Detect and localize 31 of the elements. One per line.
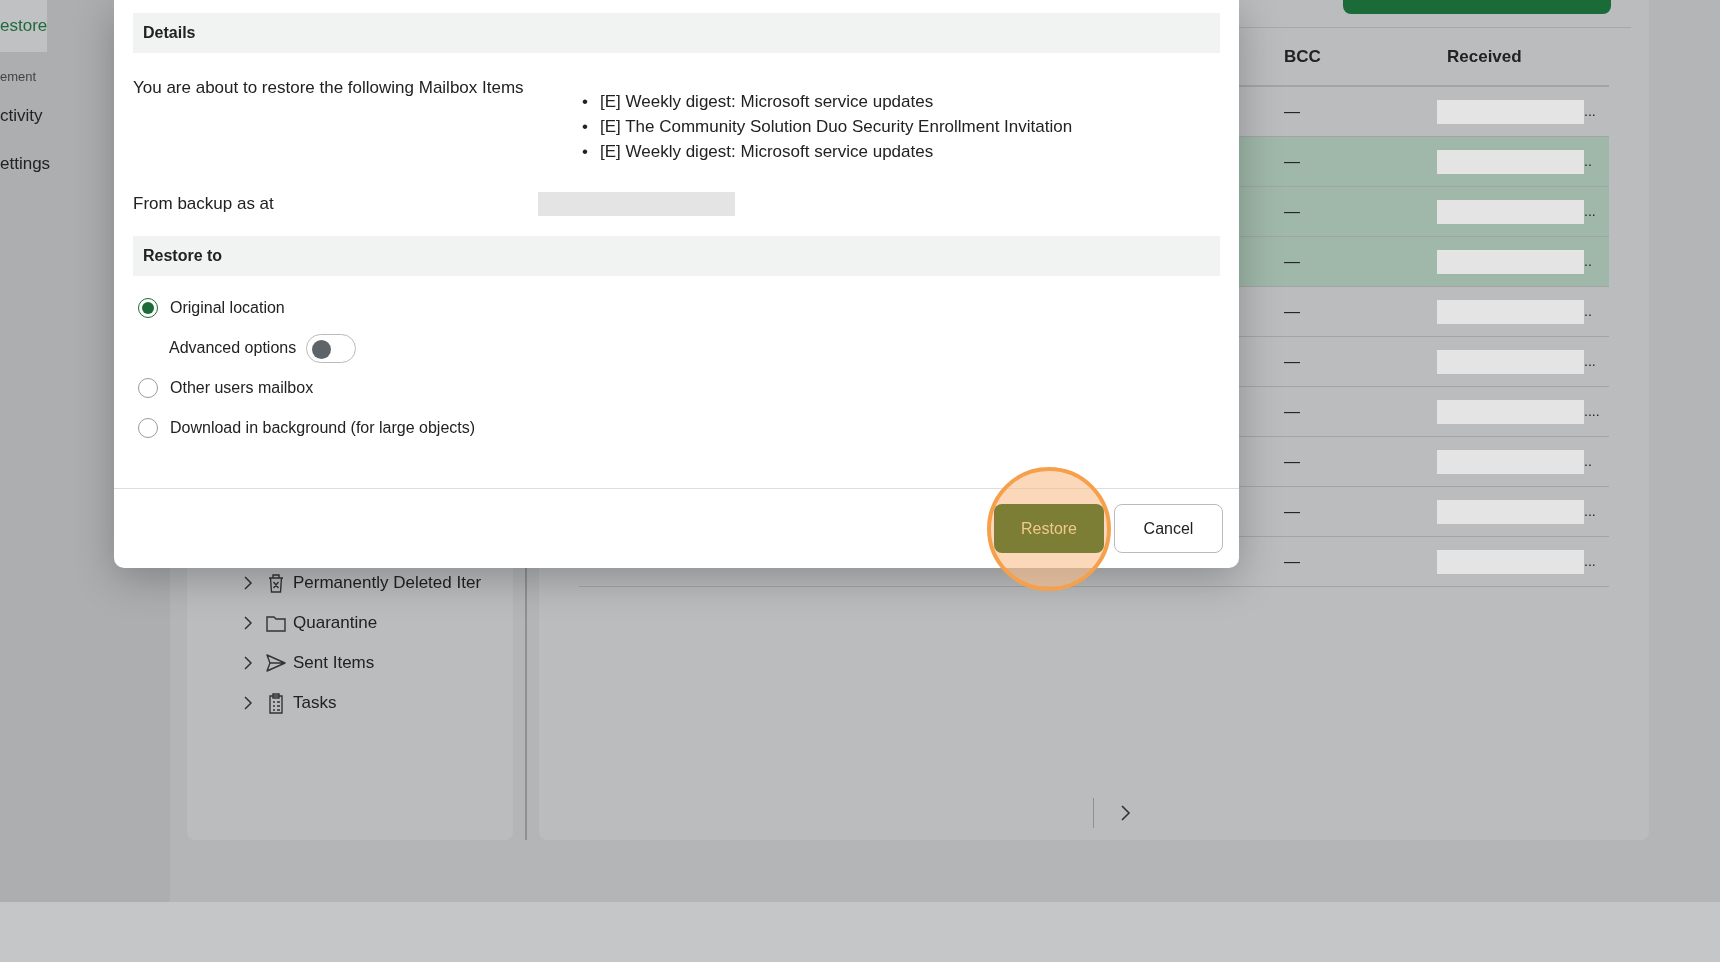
table-cell-text: ... — [1584, 552, 1596, 571]
table-cell-text: ... — [1584, 352, 1596, 371]
bullet: • — [582, 116, 589, 138]
table-cell: — — [1284, 452, 1300, 470]
bullet: • — [582, 141, 589, 163]
table-cell: — — [1284, 252, 1300, 270]
table-cell-text: .. — [1584, 252, 1592, 271]
table-cell-text: .. — [1584, 302, 1592, 321]
list-item: [E] Weekly digest: Microsoft service updates — [600, 141, 934, 163]
table-cell: — — [1284, 552, 1300, 570]
intro-text: You are about to restore the following Mailbox Items — [133, 77, 525, 99]
table-cell: — — [1284, 302, 1300, 320]
nav-section-label: ement — [0, 68, 37, 87]
table-cell-text: .. — [1584, 452, 1592, 471]
table-cell: — — [1284, 502, 1300, 520]
section-heading: Restore to — [133, 236, 1220, 276]
list-item: [E] Weekly digest: Microsoft service updates — [600, 91, 934, 113]
table-cell: — — [1284, 102, 1300, 120]
table-cell-text: .. — [1584, 152, 1592, 171]
bullet: • — [582, 91, 589, 113]
list-item: [E] The Community Solution Duo Security Enrollment Invitation — [600, 116, 1073, 138]
table-cell: — — [1284, 352, 1300, 370]
field-label: From backup as at — [133, 193, 275, 216]
table-cell-text: .... — [1584, 402, 1600, 421]
table-cell: — — [1284, 402, 1300, 420]
section-heading: Details — [133, 13, 1220, 53]
table-cell: — — [1284, 152, 1300, 170]
table-cell-text: ... — [1584, 202, 1596, 221]
table-cell: — — [1284, 202, 1300, 220]
table-cell-text: ... — [1584, 102, 1596, 121]
table-cell-text: ... — [1584, 502, 1596, 521]
